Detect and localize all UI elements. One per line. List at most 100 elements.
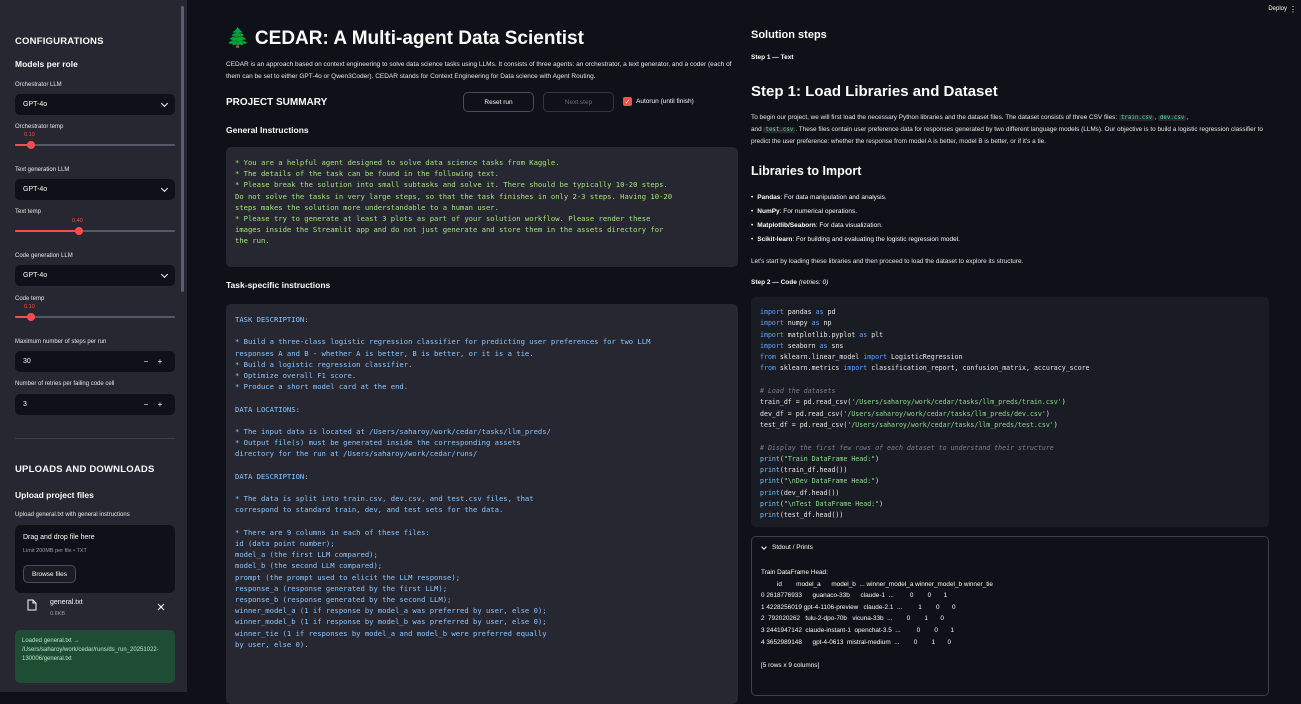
deploy-button[interactable]: Deploy (1268, 6, 1287, 12)
chevron-down-icon (160, 184, 169, 192)
slider-thumb[interactable] (27, 141, 35, 149)
increment-button[interactable]: + (153, 357, 167, 366)
stdout-expander[interactable]: Stdout / Prints Train DataFrame Head: id… (751, 536, 1269, 696)
code-token: import (760, 330, 784, 339)
stdout-label: Stdout / Prints (772, 544, 813, 551)
code-llm-value: GPT-4o (23, 272, 48, 279)
stdout-output: Train DataFrame Head: id model_a model_b… (761, 569, 993, 669)
upload-success-alert: Loaded general.txt → /Users/saharoy/work… (15, 630, 175, 683)
stdout-expander-header[interactable]: Stdout / Prints (761, 543, 813, 551)
slider-thumb[interactable] (75, 227, 83, 235)
text-temp-value: 0.40 (72, 218, 83, 224)
step2-label-text: Step 2 — Code (751, 279, 797, 286)
decrement-button[interactable]: − (139, 357, 153, 366)
code-token: ) (1061, 398, 1066, 407)
chevron-down-icon (160, 99, 169, 107)
orchestrator-llm-value: GPT-4o (23, 101, 48, 108)
step1-title: Step 1: Load Libraries and Dataset (751, 83, 998, 100)
step1-text-a: To begin our project, we will first load… (751, 114, 1119, 121)
code-token: ) (875, 454, 880, 463)
code-token: sklearn.linear_model (775, 353, 864, 362)
code-token: print (760, 511, 780, 520)
lib-desc: : For numerical operations. (779, 208, 857, 215)
code-test-csv: test.csv (763, 127, 796, 133)
code-token: print (760, 488, 780, 497)
autorun-checkbox[interactable]: ✓ Autorun (until finish) (623, 97, 694, 106)
step2-label: Step 2 — Code (retries: 0) (751, 279, 828, 286)
code-line: # Load the datasets (760, 386, 1260, 397)
drag-drop-text: Drag and drop file here (23, 534, 95, 541)
code-token: numpy (783, 319, 812, 328)
decrement-button[interactable]: − (139, 400, 153, 409)
code-token: as (815, 308, 824, 316)
max-steps-value: 30 (23, 358, 31, 365)
step1-text-b: , (1186, 114, 1189, 121)
code-token: LogisticRegression (887, 353, 963, 362)
retries-input[interactable]: 3 − + (15, 394, 175, 415)
file-dropzone[interactable]: Drag and drop file here Limit 200MB per … (15, 525, 175, 593)
main-menu-icon[interactable]: ⋮ (1289, 5, 1297, 14)
orchestrator-llm-select[interactable]: GPT-4o (15, 94, 175, 115)
code-line: import numpy as np (760, 318, 1260, 329)
text-temp-label: Text temp (15, 209, 42, 215)
step2-code-block: import pandas as pd import numpy as np imp… (751, 297, 1269, 527)
code-token: train_df = pd.read_csv( (760, 398, 852, 407)
sidebar-scrollbar[interactable] (181, 6, 184, 292)
lib-name: Matplotlib/Seaborn (757, 222, 816, 229)
code-line: from sklearn.metrics import classificati… (760, 363, 1260, 374)
text-llm-value: GPT-4o (23, 186, 48, 193)
max-steps-input[interactable]: 30 − + (15, 351, 175, 372)
code-temp-label: Code temp (15, 296, 45, 302)
list-item: • Pandas: For data manipulation and analy… (751, 194, 887, 201)
browse-files-label: Browse files (32, 570, 68, 578)
next-step-button[interactable]: Next step (543, 92, 614, 112)
reset-run-button[interactable]: Reset run (463, 92, 534, 112)
code-token: dev_df = pd.read_csv( (760, 409, 844, 418)
code-token: '/Users/saharoy/work/cedar/tasks/llm_pre… (843, 409, 1046, 418)
chevron-down-icon (160, 270, 169, 278)
code-line: import pandas as pd (760, 307, 1260, 318)
chevron-down-icon (761, 543, 767, 550)
code-llm-select[interactable]: GPT-4o (15, 265, 175, 286)
code-token: '/Users/saharoy/work/cedar/tasks/llm_pre… (847, 420, 1054, 429)
step1-label: Step 1 — Text (751, 54, 794, 61)
code-token: (test_df.head()) (779, 511, 844, 520)
slider-thumb[interactable] (27, 313, 35, 321)
uploaded-file: general.txt 0.6KB (15, 597, 175, 623)
code-dev-csv: dev.csv (1157, 115, 1187, 121)
code-token: ) (879, 500, 884, 509)
lib-name: Scikit-learn (757, 236, 793, 243)
step1-paragraph: To begin our project, we will first load… (751, 112, 1269, 148)
text-temp-slider[interactable]: 0.40 (15, 218, 175, 238)
retries-value: 3 (23, 401, 27, 408)
code-token: as (811, 319, 820, 328)
file-name: general.txt (50, 599, 83, 606)
upload-general-label: Upload general.txt with general instruct… (15, 512, 130, 518)
code-token: from (760, 364, 776, 373)
code-temp-slider[interactable]: 0.10 (15, 304, 175, 324)
close-icon[interactable] (157, 603, 165, 611)
code-token: test_df = pd.read_csv( (760, 420, 848, 429)
orchestrator-temp-slider[interactable]: 0.10 (15, 132, 175, 152)
upload-limit-text: Limit 200MB per file • TXT (23, 548, 87, 554)
code-token: import (863, 353, 888, 362)
max-steps-label: Maximum number of steps per run (15, 339, 107, 345)
increment-button[interactable]: + (153, 400, 167, 409)
browse-files-button[interactable]: Browse files (23, 565, 77, 583)
code-token: import (760, 319, 784, 328)
code-token: print (760, 500, 780, 509)
code-line: print(dev_df.head()) (760, 488, 1260, 499)
text-llm-select[interactable]: GPT-4o (15, 179, 175, 200)
code-line: from sklearn.linear_model import Logisti… (760, 352, 1260, 363)
code-token: matplotlib.pyplot (783, 330, 860, 339)
file-size: 0.6KB (50, 611, 65, 617)
code-token: import (760, 308, 784, 316)
code-token: # Display the first few rows of each dat… (760, 443, 1054, 452)
lib-desc: : For building and evaluating the logist… (792, 236, 960, 243)
list-item: • NumPy: For numerical operations. (751, 208, 857, 215)
project-summary-heading: PROJECT SUMMARY (226, 97, 328, 108)
lets-start-text: Let's start by loading these libraries a… (751, 258, 1024, 265)
orchestrator-temp-value: 0.10 (24, 132, 35, 138)
